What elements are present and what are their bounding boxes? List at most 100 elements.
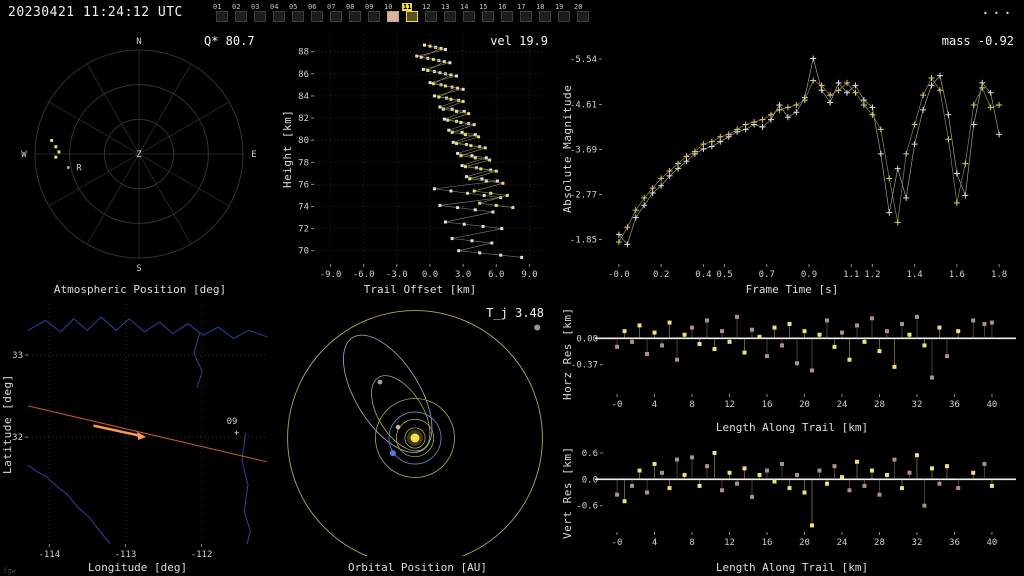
reference-point — [66, 166, 70, 170]
frame-thumb-15[interactable]: 15 — [478, 3, 495, 24]
overflow-menu-button[interactable]: ... — [981, 0, 1014, 18]
horz-res-axis-label: Horz Res [km] — [561, 307, 574, 401]
reference-point-label: R — [76, 164, 82, 174]
latitude-axis-label: Latitude [deg] — [1, 374, 14, 474]
frame-number: 13 — [441, 3, 450, 11]
velocity-label: vel 19.9 — [490, 34, 548, 48]
svg-text:16: 16 — [762, 400, 773, 410]
orbit-ellipse — [371, 375, 431, 452]
svg-text:1.4: 1.4 — [906, 270, 922, 280]
mid-body-dot — [377, 379, 383, 385]
frame-thumb-20[interactable]: 20 — [573, 3, 590, 24]
frame-thumb-19[interactable]: 19 — [554, 3, 571, 24]
ground-track-panel: Latitude [deg] -114 -113 -112 32 33 09 + Longi… — [0, 298, 275, 576]
frame-number: 11 — [402, 3, 413, 11]
atmospheric-position-title: Atmospheric Position [deg] — [53, 283, 227, 296]
frame-thumb-01[interactable]: 01 — [212, 3, 229, 24]
coastline — [27, 464, 111, 545]
length-along-trail-axis-label-2: Length Along Trail [km] — [715, 561, 869, 574]
longitude-axis-label: Longitude [deg] — [87, 561, 188, 574]
coastline — [27, 316, 268, 340]
svg-text:16: 16 — [762, 538, 773, 548]
svg-text:-9.0: -9.0 — [320, 270, 342, 280]
frame-image — [482, 11, 494, 22]
frame-number: 18 — [536, 3, 545, 11]
frame-thumb-10[interactable]: 10 — [383, 3, 400, 24]
frame-number: 20 — [574, 3, 583, 11]
meteor-analysis-app: 20230421 11:24:12 UTC 01 02 03 04 05 06 07 08 09… — [0, 0, 1024, 576]
svg-text:88: 88 — [298, 48, 309, 58]
svg-text:28: 28 — [874, 400, 885, 410]
earth-dot — [389, 450, 396, 457]
svg-text:74: 74 — [298, 203, 309, 213]
svg-text:-0: -0 — [612, 538, 623, 548]
frame-image — [444, 11, 456, 22]
map-annotation: + — [234, 429, 240, 439]
svg-text:-6.0: -6.0 — [353, 270, 375, 280]
svg-text:82: 82 — [298, 114, 309, 124]
svg-text:1.1: 1.1 — [843, 270, 859, 280]
frame-thumb-05[interactable]: 05 — [288, 3, 305, 24]
frame-thumb-04[interactable]: 04 — [269, 3, 286, 24]
frame-number: 19 — [555, 3, 564, 11]
frame-thumb-08[interactable]: 08 — [345, 3, 362, 24]
frame-number: 03 — [251, 3, 260, 11]
compass-label-w: W — [21, 150, 27, 160]
compass-label-s: S — [136, 264, 141, 274]
frame-thumb-17[interactable]: 17 — [516, 3, 533, 24]
svg-text:32: 32 — [912, 400, 923, 410]
orbital-position-title: Orbital Position [AU] — [347, 561, 488, 574]
svg-text:9.0: 9.0 — [521, 270, 537, 280]
ground-track-map: -114 -113 -112323309+ — [12, 304, 268, 560]
svg-text:40: 40 — [987, 400, 998, 410]
frame-image — [368, 11, 380, 22]
frame-number: 12 — [422, 3, 431, 11]
compass-label-z: Z — [136, 150, 142, 160]
length-along-trail-axis-label: Length Along Trail [km] — [715, 421, 869, 434]
frame-thumb-14[interactable]: 14 — [459, 3, 476, 24]
frame-image — [216, 11, 228, 22]
coastline — [241, 432, 251, 545]
svg-text:-0.6: -0.6 — [576, 502, 598, 512]
frame-thumb-16[interactable]: 16 — [497, 3, 514, 24]
svg-text:24: 24 — [837, 400, 848, 410]
svg-text:0.0: 0.0 — [422, 270, 438, 280]
frame-image — [235, 11, 247, 22]
orbit-ellipse — [343, 334, 433, 453]
frame-image — [520, 11, 532, 22]
frame-thumb-11[interactable]: 11 — [402, 3, 419, 24]
frame-thumb-07[interactable]: 07 — [326, 3, 343, 24]
frame-thumb-12[interactable]: 12 — [421, 3, 438, 24]
radiant-point — [50, 138, 54, 142]
svg-text:80: 80 — [298, 136, 309, 146]
frame-thumb-02[interactable]: 02 — [231, 3, 248, 24]
svg-text:1.2: 1.2 — [864, 270, 880, 280]
frame-thumb-03[interactable]: 03 — [250, 3, 267, 24]
frame-image — [292, 11, 304, 22]
compass-label-n: N — [136, 37, 141, 47]
tisserand-label: T_j 3.48 — [486, 306, 544, 320]
frame-thumb-13[interactable]: 13 — [440, 3, 457, 24]
svg-text:40: 40 — [987, 538, 998, 548]
sun-dot — [410, 433, 420, 443]
frame-number: 08 — [346, 3, 355, 11]
svg-text:8: 8 — [689, 538, 694, 548]
svg-text:4: 4 — [652, 538, 657, 548]
svg-text:70: 70 — [298, 247, 309, 257]
frame-thumb-09[interactable]: 09 — [364, 3, 381, 24]
horizontal-residuals-panel: Horz Res [km] -0 4 8 12 16 20 24 28 32 36 40 0.00 -0… — [560, 298, 1024, 436]
timestamp: 20230421 11:24:12 UTC — [8, 5, 183, 20]
frame-thumb-06[interactable]: 06 — [307, 3, 324, 24]
trail-offset-axis-label: Trail Offset [km] — [363, 283, 477, 296]
svg-text:0.0: 0.0 — [582, 475, 598, 485]
frame-thumb-18[interactable]: 18 — [535, 3, 552, 24]
vertical-residuals-chart: -0 4 8 12 16 20 24 28 32 36 40 0.6 0.0 -0.6 — [576, 449, 1016, 548]
map-annotation: 09 — [227, 417, 238, 427]
mass-label: mass -0.92 — [941, 34, 1014, 48]
frame-image — [577, 11, 589, 22]
frame-image — [273, 11, 285, 22]
svg-text:12: 12 — [724, 400, 735, 410]
magnitude-axis-label: Absolute Magnitude — [561, 84, 574, 214]
svg-text:0.9: 0.9 — [801, 270, 817, 280]
svg-text:86: 86 — [298, 70, 309, 80]
